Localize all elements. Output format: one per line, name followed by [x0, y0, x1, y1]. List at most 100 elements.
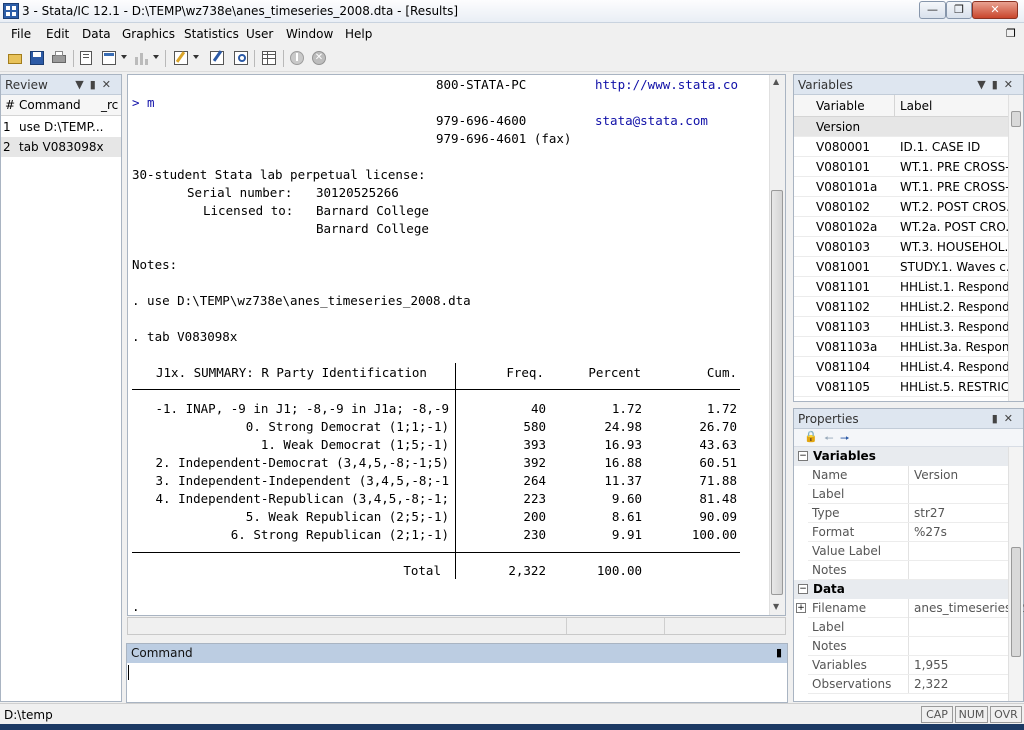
- variable-row[interactable]: V081105 HHList.5. RESTRIC...: [794, 377, 1008, 397]
- menu-user[interactable]: User: [246, 27, 273, 41]
- property-row[interactable]: Notes: [808, 561, 1008, 580]
- log-icon[interactable]: [77, 48, 97, 68]
- lock-icon[interactable]: 🔒: [804, 430, 818, 443]
- data-editor-icon[interactable]: [207, 48, 227, 68]
- variable-row[interactable]: V081103 HHList.3. Respond...: [794, 317, 1008, 337]
- variables-scrollbar-thumb[interactable]: [1011, 111, 1021, 127]
- save-icon[interactable]: [27, 48, 47, 68]
- scroll-down-icon[interactable]: ▼: [773, 602, 779, 611]
- results-url-link[interactable]: http://www.stata.co: [595, 77, 738, 92]
- property-row[interactable]: Value Label: [808, 542, 1008, 561]
- variable-row[interactable]: V081103a HHList.3a. Respon...: [794, 337, 1008, 357]
- scroll-up-icon[interactable]: ▲: [773, 77, 779, 86]
- property-row[interactable]: Format %27s: [808, 523, 1008, 542]
- variable-row[interactable]: V080001 ID.1. CASE ID: [794, 137, 1008, 157]
- review-row[interactable]: 1 use D:\TEMP...: [1, 117, 121, 137]
- properties-section-data[interactable]: − Data: [794, 580, 1008, 599]
- command-input[interactable]: [127, 663, 787, 702]
- properties-scrollbar-thumb[interactable]: [1011, 547, 1021, 657]
- expand-icon[interactable]: +: [796, 603, 806, 613]
- variable-label: WT.3. HOUSEHOL...: [900, 240, 1008, 254]
- review-row[interactable]: 2 tab V083098x: [1, 137, 121, 157]
- command-panel: Command ▮: [126, 643, 788, 703]
- restore-document-icon[interactable]: ❐: [1006, 27, 1016, 40]
- menu-graphics[interactable]: Graphics: [122, 27, 175, 41]
- menu-window[interactable]: Window: [286, 27, 333, 41]
- properties-panel-controls-icon[interactable]: ▮✕: [992, 412, 1019, 425]
- table-header-rule: [132, 389, 740, 390]
- property-row[interactable]: Label: [808, 618, 1008, 637]
- minimize-button[interactable]: —: [919, 1, 946, 19]
- review-col-command[interactable]: Command: [19, 98, 81, 112]
- table-row-label: 1. Weak Democrat (1;5;-1): [260, 437, 449, 452]
- results-scrollbar-thumb[interactable]: [771, 190, 783, 595]
- table-cell-pct: 9.60: [611, 491, 642, 506]
- collapse-icon[interactable]: −: [798, 584, 808, 594]
- property-row[interactable]: + Filename anes_timeseries_2: [796, 599, 1024, 618]
- data-browser-icon[interactable]: [231, 48, 251, 68]
- variables-panel: Variables ▼▮✕ Variable Label Version V080…: [793, 74, 1024, 402]
- pin-icon[interactable]: ▮: [776, 646, 782, 659]
- variable-row[interactable]: V081101 HHList.1. Respond...: [794, 277, 1008, 297]
- property-row[interactable]: Variables 1,955: [808, 656, 1008, 675]
- variables-col-variable[interactable]: Variable: [816, 99, 865, 113]
- property-row[interactable]: Type str27: [808, 504, 1008, 523]
- results-email-link[interactable]: stata@stata.com: [595, 113, 708, 128]
- break-icon[interactable]: ✕: [309, 48, 329, 68]
- property-row[interactable]: Observations 2,322: [808, 675, 1008, 694]
- table-cell-pct: 11.37: [604, 473, 642, 488]
- variable-row[interactable]: V080103 WT.3. HOUSEHOL...: [794, 237, 1008, 257]
- section-title: Variables: [813, 449, 876, 463]
- variable-row[interactable]: V080102a WT.2a. POST CRO...: [794, 217, 1008, 237]
- variable-row[interactable]: Version: [794, 117, 1008, 137]
- variables-panel-controls-icon[interactable]: ▼▮✕: [977, 78, 1019, 91]
- property-row[interactable]: Notes: [808, 637, 1008, 656]
- variable-row[interactable]: V081001 STUDY.1. Waves c...: [794, 257, 1008, 277]
- table-header-cum: Cum.: [706, 365, 737, 380]
- menu-help[interactable]: Help: [345, 27, 372, 41]
- menu-data[interactable]: Data: [82, 27, 111, 41]
- results-last-prompt: .: [132, 599, 140, 614]
- print-icon[interactable]: [49, 48, 69, 68]
- stata-app-icon[interactable]: [3, 3, 19, 19]
- menu-statistics[interactable]: Statistics: [184, 27, 239, 41]
- properties-scrollbar[interactable]: [1008, 447, 1023, 701]
- review-col-number[interactable]: #: [5, 98, 15, 112]
- variable-row[interactable]: V080101 WT.1. PRE CROSS-...: [794, 157, 1008, 177]
- maximize-button[interactable]: ❐: [946, 1, 972, 19]
- results-window[interactable]: 800-STATA-PC http://www.stata.co > m 979…: [127, 74, 786, 616]
- property-row[interactable]: Label: [808, 485, 1008, 504]
- properties-section-variables[interactable]: − Variables: [794, 447, 1008, 466]
- viewer-dropdown-icon[interactable]: [121, 55, 127, 59]
- review-panel-controls-icon[interactable]: ▼▮✕: [75, 78, 117, 91]
- table-cell-cum: 90.09: [699, 509, 737, 524]
- do-file-dropdown-icon[interactable]: [193, 55, 199, 59]
- do-file-editor-icon[interactable]: [171, 48, 191, 68]
- variable-row[interactable]: V081102 HHList.2. Respond...: [794, 297, 1008, 317]
- variables-scrollbar[interactable]: [1008, 95, 1023, 401]
- menu-edit[interactable]: Edit: [46, 27, 69, 41]
- variable-row[interactable]: V080101a WT.1. PRE CROSS-...: [794, 177, 1008, 197]
- variable-row[interactable]: V080102 WT.2. POST CROS...: [794, 197, 1008, 217]
- variable-label: HHList.5. RESTRIC...: [900, 380, 1008, 394]
- variable-label: WT.2. POST CROS...: [900, 200, 1008, 214]
- table-cell-freq: 393: [523, 437, 546, 452]
- graph-dropdown-icon[interactable]: [153, 55, 159, 59]
- collapse-icon[interactable]: −: [798, 451, 808, 461]
- more-icon[interactable]: [287, 48, 307, 68]
- overwrite-indicator: OVR: [990, 706, 1022, 723]
- open-icon[interactable]: [5, 48, 25, 68]
- review-col-rc[interactable]: _rc: [101, 98, 118, 112]
- results-command-tab: . tab V083098x: [132, 329, 238, 344]
- variables-col-label[interactable]: Label: [900, 99, 932, 113]
- close-button[interactable]: ✕: [972, 1, 1018, 19]
- variables-manager-icon[interactable]: [259, 48, 279, 68]
- menu-file[interactable]: File: [11, 27, 31, 41]
- graph-icon[interactable]: [131, 48, 151, 68]
- property-row[interactable]: Name Version: [808, 466, 1008, 485]
- viewer-icon[interactable]: [99, 48, 119, 68]
- variable-row[interactable]: V081104 HHList.4. Respond...: [794, 357, 1008, 377]
- table-row-label: 4. Independent-Republican (3,4,5,-8;-1;: [155, 491, 450, 506]
- results-phone: 979-696-4600: [436, 113, 527, 128]
- variable-label: HHList.1. Respond...: [900, 280, 1008, 294]
